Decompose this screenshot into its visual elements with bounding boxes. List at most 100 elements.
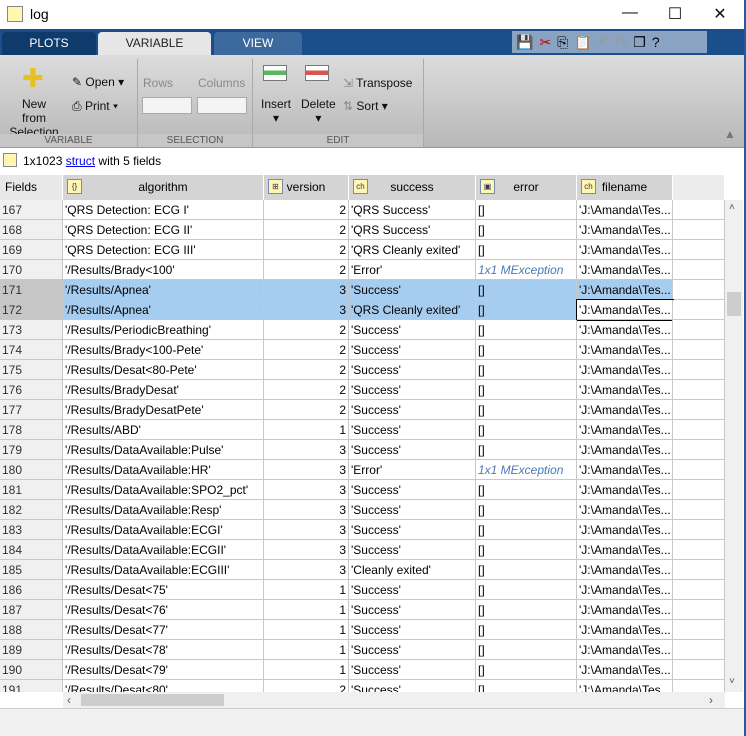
table-row[interactable]: 185 '/Results/DataAvailable:ECGIII' 3 'Clea… [0, 560, 725, 580]
print-button[interactable]: ⎙ Print ▾ [72, 99, 118, 114]
horizontal-scroll-thumb[interactable] [81, 694, 224, 706]
success-cell[interactable]: 'Success' [349, 540, 476, 560]
empty-cell[interactable] [673, 620, 725, 640]
row-number[interactable]: 175 [0, 360, 63, 380]
table-row[interactable]: 171 '/Results/Apnea' 3 'Success'[] 'J:\Amand… [0, 280, 725, 300]
filename-cell[interactable]: 'J:\Amanda\Tes... [577, 200, 673, 220]
filename-cell[interactable]: 'J:\Amanda\Tes... [577, 320, 673, 340]
table-row[interactable]: 175 '/Results/Desat<80-Pete' 2 'Success'[] '… [0, 360, 725, 380]
empty-cell[interactable] [673, 580, 725, 600]
success-cell[interactable]: 'Error' [349, 460, 476, 480]
insert-button[interactable]: Insert ▾ [261, 97, 291, 125]
algorithm-cell[interactable]: '/Results/BradyDesatPete' [63, 400, 264, 420]
row-number[interactable]: 184 [0, 540, 63, 560]
columns-input[interactable] [197, 97, 247, 114]
filename-cell[interactable]: 'J:\Amanda\Tes... [577, 240, 673, 260]
empty-cell[interactable] [673, 440, 725, 460]
row-number[interactable]: 179 [0, 440, 63, 460]
table-row[interactable]: 191 '/Results/Desat<80' 2 'Success'[] 'J:\Am… [0, 680, 725, 692]
maximize-button[interactable]: ☐ [660, 4, 690, 24]
algorithm-cell[interactable]: '/Results/Apnea' [63, 280, 264, 300]
error-cell[interactable]: [] [476, 680, 577, 692]
empty-cell[interactable] [673, 600, 725, 620]
tab-plots[interactable]: PLOTS [2, 32, 96, 55]
empty-cell[interactable] [673, 280, 725, 300]
empty-cell[interactable] [673, 340, 725, 360]
version-cell[interactable]: 1 [264, 420, 349, 440]
table-row[interactable]: 177 '/Results/BradyDesatPete' 2 'Success'[]… [0, 400, 725, 420]
version-cell[interactable]: 3 [264, 500, 349, 520]
empty-cell[interactable] [673, 480, 725, 500]
scroll-up-icon[interactable]: ˄ [729, 202, 735, 213]
row-number[interactable]: 168 [0, 220, 63, 240]
row-number[interactable]: 188 [0, 620, 63, 640]
algorithm-cell[interactable]: '/Results/Desat<76' [63, 600, 264, 620]
error-cell[interactable]: [] [476, 620, 577, 640]
table-row[interactable]: 188 '/Results/Desat<77' 1 'Success'[] 'J:\Am… [0, 620, 725, 640]
horizontal-scrollbar[interactable]: ‹ › [63, 692, 725, 708]
filename-cell[interactable]: 'J:\Amanda\Tes... [577, 580, 673, 600]
empty-cell[interactable] [673, 200, 725, 220]
algorithm-cell[interactable]: '/Results/Desat<80' [63, 680, 264, 692]
algorithm-cell[interactable]: '/Results/Brady<100-Pete' [63, 340, 264, 360]
error-cell[interactable]: [] [476, 440, 577, 460]
version-cell[interactable]: 1 [264, 660, 349, 680]
version-cell[interactable]: 3 [264, 480, 349, 500]
minimize-button[interactable]: — [615, 4, 645, 24]
error-cell[interactable]: [] [476, 600, 577, 620]
transpose-button[interactable]: ⇲ Transpose [343, 76, 412, 90]
version-cell[interactable]: 3 [264, 280, 349, 300]
table-row[interactable]: 170 '/Results/Brady<100' 2 'Error' 1x1 MExce… [0, 260, 725, 280]
filename-cell[interactable]: 'J:\Amanda\Tes... [577, 560, 673, 580]
table-row[interactable]: 181 '/Results/DataAvailable:SPO2_pct' 3 'Su… [0, 480, 725, 500]
algorithm-cell[interactable]: '/Results/Apnea' [63, 300, 264, 320]
success-cell[interactable]: 'Success' [349, 380, 476, 400]
version-cell[interactable]: 3 [264, 460, 349, 480]
header-success[interactable]: ch success [349, 175, 476, 200]
table-row[interactable]: 179 '/Results/DataAvailable:Pulse' 3 'Succe… [0, 440, 725, 460]
version-cell[interactable]: 1 [264, 600, 349, 620]
table-row[interactable]: 172 '/Results/Apnea' 3 'QRS Cleanly exited'… [0, 299, 725, 321]
filename-cell[interactable]: 'J:\Amanda\Tes... [577, 360, 673, 380]
redo-icon[interactable]: ↷ [616, 34, 634, 50]
error-cell[interactable]: [] [476, 280, 577, 300]
header-error[interactable]: ▣ error [476, 175, 577, 200]
table-row[interactable]: 184 '/Results/DataAvailable:ECGII' 3 'Succe… [0, 540, 725, 560]
success-cell[interactable]: 'Success' [349, 500, 476, 520]
error-cell[interactable]: [] [476, 540, 577, 560]
version-cell[interactable]: 1 [264, 640, 349, 660]
table-row[interactable]: 180 '/Results/DataAvailable:HR' 3 'Error' 1x… [0, 460, 725, 480]
table-row[interactable]: 167 'QRS Detection: ECG I' 2 'QRS Success'[… [0, 200, 725, 220]
filename-cell[interactable]: 'J:\Amanda\Tes... [577, 220, 673, 240]
save-icon[interactable]: 💾 [516, 34, 539, 50]
empty-cell[interactable] [673, 660, 725, 680]
success-cell[interactable]: 'Success' [349, 340, 476, 360]
undo-icon[interactable]: ↶ [598, 34, 616, 50]
row-number[interactable]: 174 [0, 340, 63, 360]
empty-cell[interactable] [673, 400, 725, 420]
algorithm-cell[interactable]: 'QRS Detection: ECG III' [63, 240, 264, 260]
algorithm-cell[interactable]: '/Results/Desat<79' [63, 660, 264, 680]
version-cell[interactable]: 3 [264, 440, 349, 460]
algorithm-cell[interactable]: '/Results/DataAvailable:Resp' [63, 500, 264, 520]
filename-cell[interactable]: 'J:\Amanda\Tes... [577, 660, 673, 680]
empty-cell[interactable] [673, 460, 725, 480]
table-row[interactable]: 182 '/Results/DataAvailable:Resp' 3 'Succes… [0, 500, 725, 520]
error-cell[interactable]: [] [476, 360, 577, 380]
success-cell[interactable]: 'Error' [349, 260, 476, 280]
filename-cell[interactable]: 'J:\Amanda\Tes... [577, 480, 673, 500]
sort-button[interactable]: ⇅ Sort ▾ [343, 99, 388, 113]
version-cell[interactable]: 2 [264, 220, 349, 240]
success-cell[interactable]: 'Success' [349, 480, 476, 500]
success-cell[interactable]: 'Success' [349, 360, 476, 380]
success-cell[interactable]: 'Success' [349, 580, 476, 600]
filename-cell[interactable]: 'J:\Amanda\Tes... [577, 280, 673, 300]
algorithm-cell[interactable]: '/Results/DataAvailable:HR' [63, 460, 264, 480]
tab-variable[interactable]: VARIABLE [98, 32, 211, 55]
error-cell[interactable]: [] [476, 400, 577, 420]
success-cell[interactable]: 'Success' [349, 420, 476, 440]
table-row[interactable]: 187 '/Results/Desat<76' 1 'Success'[] 'J:\Am… [0, 600, 725, 620]
row-number[interactable]: 173 [0, 320, 63, 340]
table-row[interactable]: 189 '/Results/Desat<78' 1 'Success'[] 'J:\Am… [0, 640, 725, 660]
table-row[interactable]: 168 'QRS Detection: ECG II' 2 'QRS Success'… [0, 220, 725, 240]
